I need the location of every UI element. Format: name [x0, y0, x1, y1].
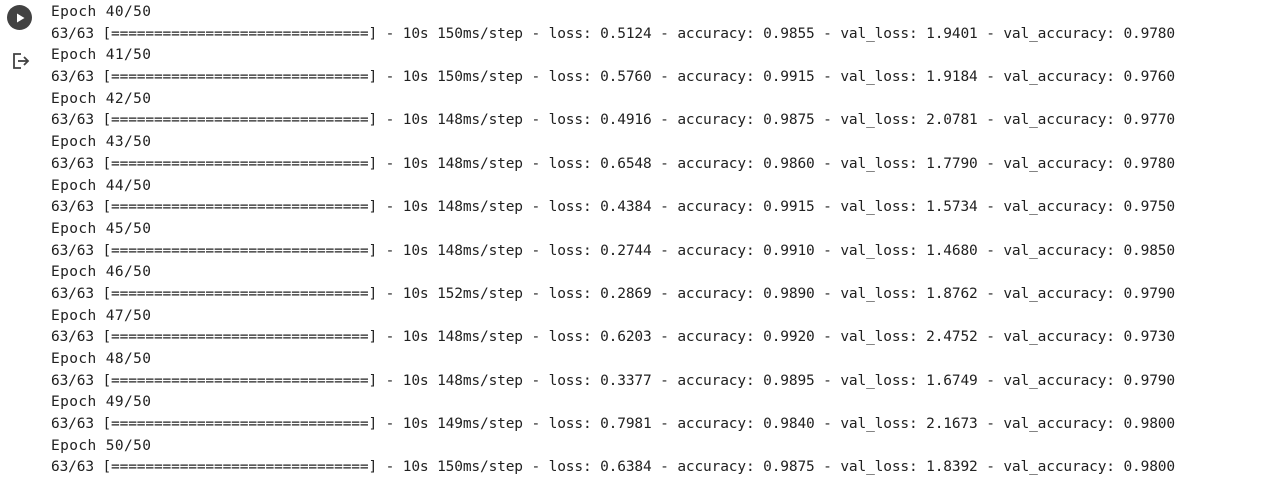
epoch-line: Epoch 49/50 [51, 394, 152, 411]
progress-line: 63/63 [==============================] -… [51, 329, 1175, 346]
progress-line: 63/63 [==============================] -… [51, 459, 1175, 476]
output-redirect-icon [13, 53, 30, 69]
progress-line: 63/63 [==============================] -… [51, 416, 1175, 433]
cell-output: Epoch 40/50 63/63 [======================… [51, 2, 1263, 479]
run-cell-button[interactable] [7, 5, 32, 30]
progress-line: 63/63 [==============================] -… [51, 242, 1175, 259]
epoch-line: Epoch 41/50 [51, 47, 152, 64]
epoch-line: Epoch 47/50 [51, 307, 152, 324]
epoch-line: Epoch 46/50 [51, 264, 152, 281]
progress-line: 63/63 [==============================] -… [51, 69, 1175, 86]
epoch-line: Epoch 42/50 [51, 90, 152, 107]
progress-line: 63/63 [==============================] -… [51, 155, 1175, 172]
progress-line: 63/63 [==============================] -… [51, 199, 1175, 216]
epoch-line: Epoch 50/50 [51, 437, 152, 454]
output-actions-button[interactable] [10, 50, 32, 72]
epoch-line: Epoch 48/50 [51, 351, 152, 367]
epoch-line: Epoch 44/50 [51, 177, 152, 194]
epoch-line: Epoch 40/50 [51, 4, 152, 20]
progress-line: 63/63 [==============================] -… [51, 285, 1175, 302]
progress-line: 63/63 [==============================] -… [51, 372, 1175, 389]
play-icon [16, 13, 24, 22]
progress-line: 63/63 [==============================] -… [51, 25, 1175, 42]
epoch-line: Epoch 45/50 [51, 220, 152, 237]
notebook-cell: Epoch 40/50 63/63 [======================… [0, 0, 1268, 487]
epoch-line: Epoch 43/50 [51, 134, 152, 151]
progress-line: 63/63 [==============================] -… [51, 112, 1175, 129]
